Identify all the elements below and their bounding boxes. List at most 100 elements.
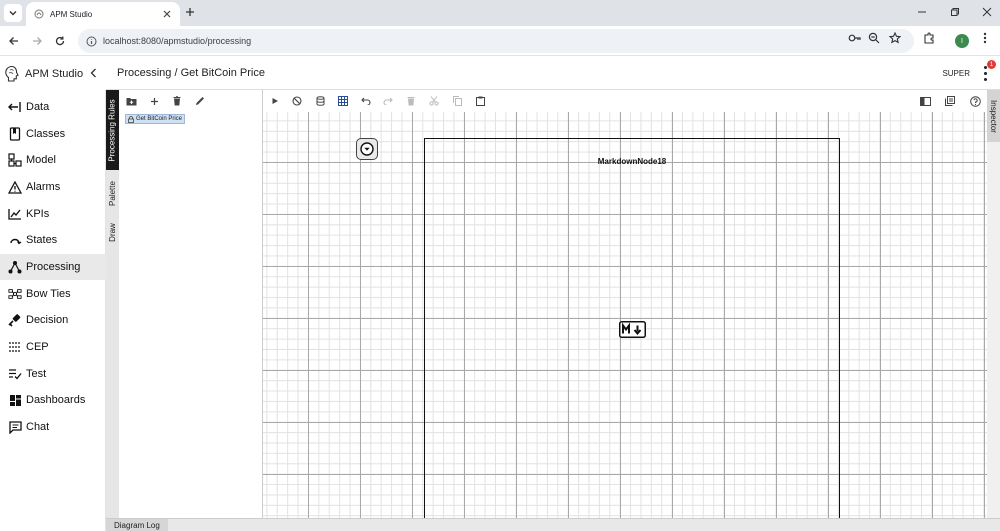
sidebar-item-cep[interactable]: CEP [0,334,106,360]
block-icon [292,96,302,106]
tab-draw[interactable]: Draw [106,216,119,248]
rule-name: Get BitCoin Price [136,116,183,122]
browser-tab[interactable]: APM Studio [26,2,180,26]
sidebar-item-chat[interactable]: Chat [0,414,106,440]
library-icon [945,96,955,106]
layout-button[interactable] [919,95,931,107]
browser-toolbar: localhost:8080/apmstudio/processing [0,26,1000,56]
arrow-right-icon [33,37,42,45]
edit-rule-button[interactable] [194,95,206,107]
sidebar-item-data[interactable]: Data [0,94,106,120]
trash-icon [173,96,181,106]
test-icon [8,367,22,381]
new-folder-button[interactable] [125,95,137,107]
sidebar-item-classes[interactable]: Classes [0,121,106,147]
sidebar-item-states[interactable]: States [0,227,106,253]
password-key-button[interactable] [846,30,862,46]
sidebar-item-decision[interactable]: Decision [0,307,106,333]
collapse-sidebar-button[interactable] [87,66,99,80]
grid-toggle-button[interactable] [337,95,349,107]
address-bar[interactable]: localhost:8080/apmstudio/processing [78,29,914,53]
diagram-log-tab[interactable]: Diagram Log [106,519,168,531]
database-icon [316,96,324,106]
diagram-canvas[interactable]: MarkdownNode18 [263,112,987,518]
chevron-left-icon [90,68,96,78]
sidebar-item-kpis[interactable]: KPIs [0,201,106,227]
close-icon [163,10,171,18]
cep-icon [8,340,22,354]
brain-logo-icon [5,65,19,82]
processing-icon [8,260,22,274]
reload-icon [55,36,65,46]
minimize-icon [918,11,926,13]
forward-button[interactable] [29,33,45,49]
event-node[interactable] [356,138,378,160]
add-rule-button[interactable] [148,95,160,107]
sidebar-item-dashboards[interactable]: Dashboards [0,387,106,413]
tab-close-button[interactable] [160,7,174,21]
sidebar-item-label: Model [26,154,56,166]
bookmark-button[interactable] [887,30,903,46]
paste-button[interactable] [474,95,486,107]
delete-node-button[interactable] [405,95,417,107]
profile-avatar[interactable]: I [955,34,969,48]
key-icon [848,34,861,42]
states-icon [8,233,22,247]
help-button[interactable] [969,95,981,107]
run-button[interactable] [269,95,281,107]
layout-icon [919,96,931,106]
copy-button[interactable] [451,95,463,107]
restore-button[interactable] [947,5,963,19]
sidebar-item-processing[interactable]: Processing [0,254,106,280]
tab-search-button[interactable] [4,4,22,22]
model-icon [8,153,22,167]
tab-processing-rules[interactable]: Processing Rules [106,90,119,170]
user-name[interactable]: SUPER [942,69,970,78]
chat-icon [8,420,22,434]
reload-button[interactable] [52,33,68,49]
tab-inspector[interactable]: Inspector [987,90,1000,142]
notification-badge[interactable]: 1 [987,60,996,69]
plus-icon [150,97,158,105]
lock-icon [128,115,134,123]
database-button[interactable] [314,95,326,107]
help-icon [969,95,981,107]
delete-rule-button[interactable] [171,95,183,107]
zoom-button[interactable] [866,30,882,46]
tab-title: APM Studio [50,9,93,19]
markdown-node[interactable]: MarkdownNode18 [424,138,840,518]
extensions-button[interactable] [921,30,937,46]
minimize-button[interactable] [914,5,930,19]
inspector-panel: Inspector [987,90,1000,518]
sidebar-item-alarms[interactable]: Alarms [0,174,106,200]
library-button[interactable] [944,95,956,107]
sidebar-item-label: Bow Ties [26,288,71,300]
sidebar-item-test[interactable]: Test [0,361,106,387]
sidebar-item-model[interactable]: Model [0,147,106,173]
cut-button[interactable] [428,95,440,107]
browser-menu-button[interactable] [977,30,993,46]
tab-label: Inspector [989,99,998,133]
sidebar-item-label: Classes [26,128,66,140]
sidebar-item-label: Dashboards [26,394,86,406]
page-title: Processing / Get BitCoin Price [117,67,265,79]
sidebar-item-label: KPIs [26,208,50,220]
sidebar-item-label: CEP [26,341,49,353]
classes-icon [8,127,22,141]
undo-button[interactable] [360,95,372,107]
window-close-button[interactable] [979,5,995,19]
disable-button[interactable] [291,95,303,107]
bowtie-icon [8,287,22,301]
favicon-icon [34,9,44,19]
tab-palette[interactable]: Palette [106,172,119,214]
back-button[interactable] [6,33,22,49]
left-panel-tabs: Processing Rules Palette Draw [106,90,119,518]
puzzle-icon [924,32,934,44]
sidebar-item-bow-ties[interactable]: Bow Ties [0,281,106,307]
rule-tree-item[interactable]: Get BitCoin Price [125,114,186,124]
tab-label: Processing Rules [108,98,117,162]
info-icon[interactable] [86,36,97,47]
chevron-down-icon [9,11,17,16]
new-tab-button[interactable] [182,4,198,20]
redo-button[interactable] [382,95,394,107]
